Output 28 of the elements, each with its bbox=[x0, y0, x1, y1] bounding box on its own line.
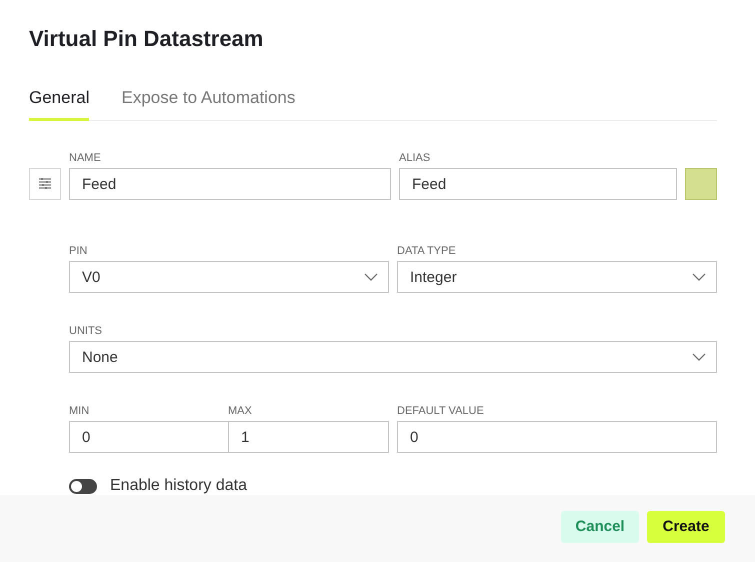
input-field[interactable]: Feed bbox=[399, 168, 677, 200]
input-field[interactable]: 0 bbox=[397, 421, 717, 453]
sliders-icon[interactable] bbox=[29, 168, 61, 200]
color-swatch[interactable] bbox=[685, 168, 717, 200]
field-label: DEFAULT VALUE bbox=[397, 405, 485, 418]
cancel-button[interactable]: Cancel bbox=[561, 510, 639, 542]
input-field[interactable]: 0 bbox=[69, 421, 229, 453]
tab[interactable]: General bbox=[29, 88, 90, 121]
field-label: MAX bbox=[228, 405, 253, 418]
field-label: UNITS bbox=[69, 325, 103, 338]
field-label: NAME bbox=[69, 152, 102, 165]
toggle-label: Enable history data bbox=[110, 477, 247, 495]
field-label: ALIAS bbox=[399, 152, 432, 165]
dropdown[interactable]: V0 bbox=[69, 261, 389, 293]
field-label: MIN bbox=[69, 405, 90, 418]
toggle-switch[interactable] bbox=[69, 478, 97, 494]
dialog-title: Virtual Pin Datastream bbox=[29, 25, 264, 53]
tab[interactable]: Expose to Automations bbox=[121, 88, 296, 121]
input-field[interactable]: Feed bbox=[69, 168, 391, 200]
dropdown[interactable]: Integer bbox=[397, 261, 717, 293]
chevron-down-icon bbox=[364, 273, 378, 281]
dropdown[interactable]: None bbox=[69, 341, 717, 373]
chevron-down-icon bbox=[692, 353, 706, 361]
chevron-down-icon bbox=[692, 273, 706, 281]
input-field[interactable]: 1 bbox=[228, 421, 389, 453]
create-button[interactable]: Create bbox=[647, 510, 725, 542]
field-label: DATA TYPE bbox=[397, 245, 457, 258]
field-label: PIN bbox=[69, 245, 88, 258]
